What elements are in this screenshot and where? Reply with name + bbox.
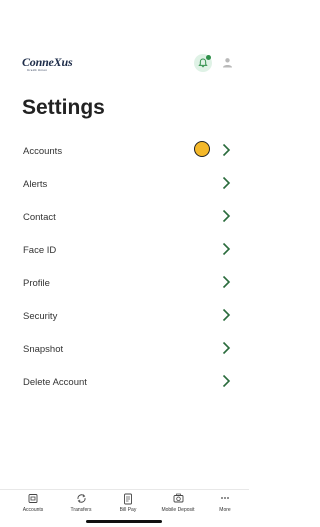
settings-item-snapshot[interactable]: Snapshot [0,332,249,365]
settings-item-accounts[interactable]: Accounts [0,134,249,167]
notifications-button[interactable] [194,54,212,72]
tab-label: Mobile Deposit [161,507,195,513]
cursor-indicator [194,141,210,157]
settings-item-alerts[interactable]: Alerts [0,167,249,200]
tab-label: More [219,507,231,513]
chevron-right-icon [222,242,231,256]
transfers-icon [77,494,86,503]
tab-mobile-deposit[interactable]: Mobile Deposit [153,490,203,520]
settings-item-label: Profile [23,278,50,289]
tab-label: Bill Pay [119,507,137,513]
settings-item-delete-account[interactable]: Delete Account [0,365,249,398]
chevron-right-icon [222,176,231,190]
chevron-right-icon [222,209,231,223]
settings-item-label: Snapshot [23,344,64,355]
chevron-right-icon [222,341,231,355]
chevron-right-icon [222,143,231,157]
settings-list: Accounts Alerts Contact Face ID Profile … [0,134,249,398]
chevron-right-icon [222,374,231,388]
notification-badge [206,55,211,60]
settings-item-label: Contact [23,212,56,223]
settings-item-security[interactable]: Security [0,299,249,332]
logo-subtext: Credit Union [27,68,48,72]
settings-item-label: Face ID [23,245,57,256]
tab-more[interactable]: More [200,490,250,520]
camera-icon [173,493,184,503]
chevron-right-icon [222,308,231,322]
settings-item-label: Alerts [23,179,48,190]
home-indicator [86,520,162,523]
settings-item-label: Security [23,311,58,322]
bill-pay-icon [124,493,132,505]
settings-item-label: Delete Account [23,377,87,388]
settings-item-contact[interactable]: Contact [0,200,249,233]
app-header: ConneXus Credit Union [0,50,249,76]
tab-label: Accounts [22,507,44,513]
accounts-icon [28,494,38,503]
settings-item-profile[interactable]: Profile [0,266,249,299]
tab-transfers[interactable]: Transfers [56,490,106,520]
tab-accounts[interactable]: Accounts [8,490,58,520]
tab-bill-pay[interactable]: Bill Pay [103,490,153,520]
chevron-right-icon [222,275,231,289]
more-icon [221,497,229,499]
settings-item-label: Accounts [23,146,63,157]
settings-item-face-id[interactable]: Face ID [0,233,249,266]
user-profile-icon[interactable] [222,57,233,68]
page-title: Settings [22,96,105,119]
tab-label: Transfers [70,507,92,513]
